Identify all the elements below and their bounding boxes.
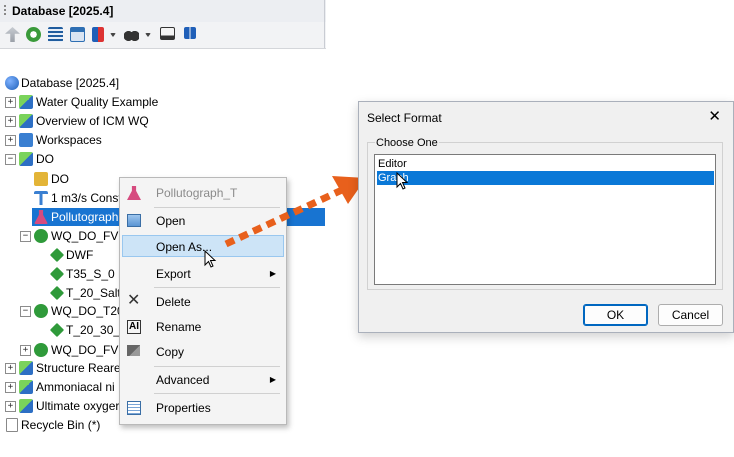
tree-item-label: DWF bbox=[66, 248, 94, 262]
expand-icon[interactable]: + bbox=[20, 345, 31, 356]
model-group-icon bbox=[19, 361, 33, 375]
properties-icon bbox=[127, 401, 141, 415]
network-icon[interactable] bbox=[184, 27, 196, 39]
tree-item-label: Structure Reare bbox=[36, 361, 121, 375]
format-option-editor[interactable]: Editor bbox=[377, 157, 714, 171]
simulation-icon bbox=[49, 266, 65, 282]
mouse-cursor-icon bbox=[396, 172, 409, 190]
wq-run-icon bbox=[34, 304, 48, 318]
model-group-icon bbox=[19, 399, 33, 413]
tree-item-label: Ultimate oxyger bbox=[36, 399, 120, 413]
model-group-icon bbox=[19, 152, 33, 166]
tree-item-label: Pollutograph bbox=[51, 210, 119, 224]
tree-item-label: WQ_DO_FV bbox=[51, 229, 119, 243]
tree-root-label: Database [2025.4] bbox=[21, 76, 120, 90]
database-icon bbox=[5, 76, 19, 90]
simulation-icon bbox=[49, 322, 65, 338]
panel-divider bbox=[324, 0, 325, 48]
menu-separator bbox=[154, 287, 280, 288]
chevron-down-icon[interactable] bbox=[145, 33, 151, 37]
grip-handle[interactable] bbox=[4, 5, 6, 17]
model-group-icon bbox=[19, 380, 33, 394]
menu-item-properties[interactable]: Properties bbox=[122, 397, 284, 419]
tree-item-label: T35_S_0 D bbox=[66, 267, 127, 281]
tree-item-label: DO bbox=[36, 152, 54, 166]
expand-icon[interactable]: + bbox=[5, 363, 16, 374]
close-icon[interactable]: ✕ bbox=[708, 107, 721, 125]
pollutograph-icon bbox=[127, 186, 141, 200]
tree-item-label: Recycle Bin (*) bbox=[21, 418, 101, 432]
collapse-icon[interactable]: − bbox=[20, 306, 31, 317]
workspace-icon bbox=[19, 133, 33, 147]
chevron-down-icon[interactable] bbox=[110, 33, 116, 37]
tree-item-label: Workspaces bbox=[36, 133, 102, 147]
copy-icon bbox=[127, 345, 140, 356]
tree-item-label: WQ_DO_T20 bbox=[51, 304, 124, 318]
cancel-button[interactable]: Cancel bbox=[658, 304, 723, 326]
submenu-arrow-icon: ▶ bbox=[269, 269, 276, 278]
menu-separator bbox=[154, 393, 280, 394]
up-arrow-icon[interactable] bbox=[5, 27, 20, 42]
tree-item-label: Overview of ICM WQ bbox=[36, 114, 149, 128]
expand-icon[interactable]: + bbox=[5, 116, 16, 127]
menu-separator bbox=[154, 366, 280, 367]
submenu-arrow-icon: ▶ bbox=[269, 375, 276, 384]
collapse-icon[interactable]: − bbox=[5, 154, 16, 165]
menu-item-advanced[interactable]: Advanced ▶ bbox=[122, 369, 284, 391]
menu-item-rename[interactable]: AI Rename bbox=[122, 316, 284, 338]
wq-run-icon bbox=[34, 343, 48, 357]
simulation-icon bbox=[49, 247, 65, 263]
tree-item-label: WQ_DO_FV! bbox=[51, 343, 122, 357]
ok-button[interactable]: OK bbox=[583, 304, 648, 326]
model-group-icon bbox=[19, 95, 33, 109]
sort-icon[interactable] bbox=[92, 27, 104, 42]
panel-toolbar bbox=[0, 22, 326, 49]
monitor-icon[interactable] bbox=[160, 27, 175, 40]
format-option-graph[interactable]: Graph bbox=[377, 171, 714, 185]
menu-item-delete[interactable]: ✕ Delete bbox=[122, 291, 284, 313]
binoculars-icon[interactable] bbox=[124, 27, 139, 42]
model-group-icon bbox=[19, 114, 33, 128]
tree-item-label: DO bbox=[51, 172, 69, 186]
mouse-cursor-icon bbox=[204, 250, 217, 268]
window-grid-icon[interactable] bbox=[70, 27, 85, 42]
collapse-icon[interactable]: − bbox=[20, 231, 31, 242]
tree-item-label: 1 m3/s Const bbox=[51, 191, 122, 205]
select-format-dialog: Select Format ✕ Choose One Editor Graph … bbox=[358, 101, 734, 333]
grid-icon[interactable] bbox=[48, 27, 63, 42]
wq-run-icon bbox=[34, 229, 48, 243]
rename-icon: AI bbox=[127, 320, 141, 334]
menu-item-copy[interactable]: Copy bbox=[122, 341, 284, 363]
expand-icon[interactable]: + bbox=[5, 135, 16, 146]
menu-item-export[interactable]: Export ▶ bbox=[122, 263, 284, 285]
open-icon bbox=[127, 214, 141, 227]
tree-item-label: Water Quality Example bbox=[36, 95, 159, 109]
expand-icon[interactable]: + bbox=[5, 382, 16, 393]
tree-item-label: T_20_30_3 bbox=[66, 323, 127, 337]
object-icon bbox=[34, 172, 48, 186]
pollutograph-icon bbox=[34, 210, 48, 224]
refresh-icon[interactable] bbox=[26, 27, 41, 42]
panel-titlebar: Database [2025.4] bbox=[0, 0, 326, 23]
expand-icon[interactable]: + bbox=[5, 401, 16, 412]
annotation-arrow bbox=[224, 176, 366, 248]
tree-item-selected[interactable]: Pollutograph bbox=[32, 208, 124, 226]
format-listbox[interactable]: Editor Graph bbox=[374, 154, 716, 285]
group-label: Choose One bbox=[375, 137, 439, 149]
recycle-bin-icon bbox=[6, 418, 18, 432]
inflow-icon bbox=[34, 191, 48, 205]
tree-item-label: Ammoniacal ni bbox=[36, 380, 115, 394]
delete-icon: ✕ bbox=[127, 292, 141, 309]
simulation-icon bbox=[49, 285, 65, 301]
expand-icon[interactable]: + bbox=[5, 97, 16, 108]
panel-title: Database [2025.4] bbox=[12, 4, 114, 18]
dialog-title: Select Format bbox=[367, 111, 442, 125]
